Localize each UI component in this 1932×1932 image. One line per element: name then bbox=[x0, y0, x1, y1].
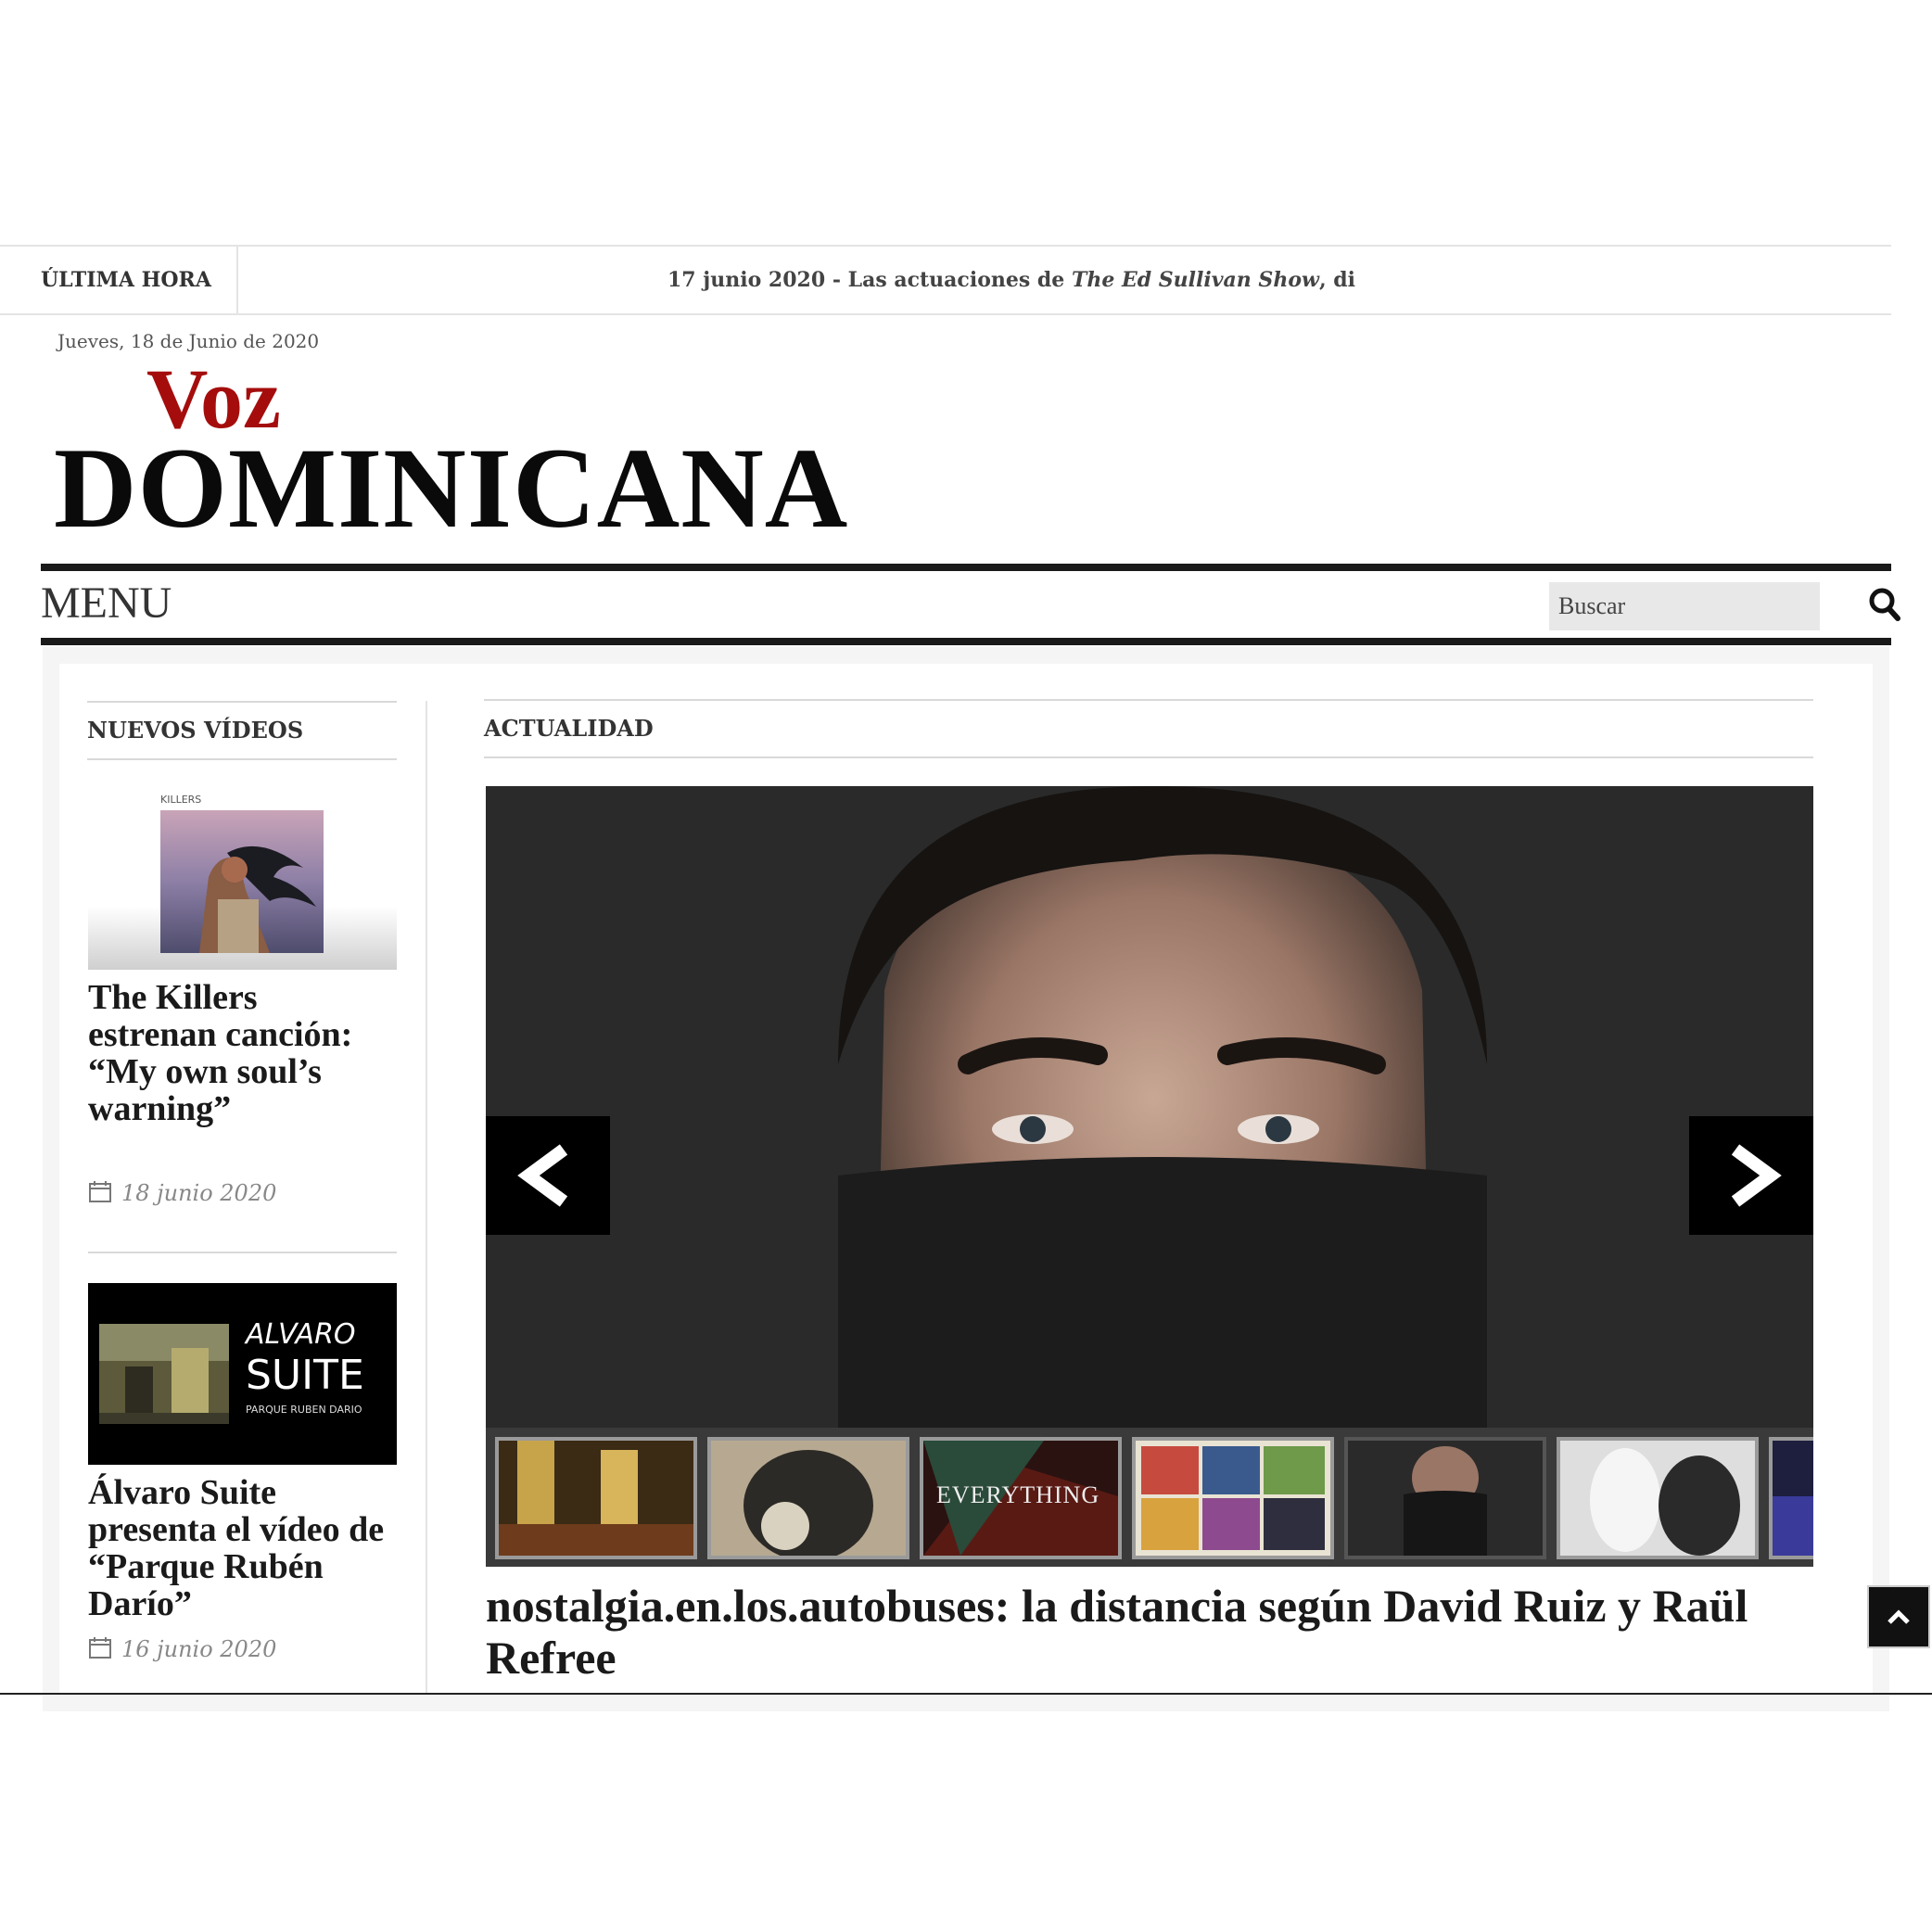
chevron-up-icon bbox=[1888, 1609, 1910, 1624]
breaking-news-bar: ÚLTIMA HORA 17 junio 2020 - Las actuacio… bbox=[0, 245, 1891, 315]
sidebar-heading: NUEVOS VÍDEOS bbox=[87, 701, 397, 760]
ticker-date: 17 junio 2020 bbox=[667, 268, 826, 292]
slide-thumbnail[interactable] bbox=[707, 1437, 909, 1559]
video-title[interactable]: The Killers estrenan canción: “My own so… bbox=[88, 979, 366, 1127]
video-date-text: 18 junio 2020 bbox=[121, 1180, 277, 1206]
video-title[interactable]: Álvaro Suite presenta el vídeo de “Parqu… bbox=[88, 1474, 403, 1622]
page-bottom-rule bbox=[0, 1693, 1932, 1695]
scroll-to-top-button[interactable] bbox=[1867, 1585, 1930, 1648]
ticker-italic: The Ed Sullivan Show bbox=[1071, 268, 1319, 292]
thumb-caption-2: SUITE bbox=[246, 1352, 364, 1399]
prev-slide-button[interactable] bbox=[486, 1116, 610, 1235]
breaking-divider bbox=[236, 247, 238, 313]
item-separator bbox=[88, 1252, 397, 1253]
calendar-icon bbox=[88, 1635, 112, 1665]
chevron-left-icon bbox=[517, 1144, 568, 1207]
ticker-prefix: - Las actuaciones de bbox=[825, 268, 1072, 292]
thumb-text: EVERYTHING bbox=[936, 1481, 1100, 1508]
next-slide-button[interactable] bbox=[1689, 1116, 1813, 1235]
video-thumbnail[interactable]: ALVARO SUITE PARQUE RUBEN DARIO bbox=[88, 1283, 397, 1465]
video-date: 18 junio 2020 bbox=[88, 1179, 276, 1209]
video-date: 16 junio 2020 bbox=[88, 1635, 276, 1665]
current-date: Jueves, 18 de Junio de 2020 bbox=[57, 330, 320, 352]
calendar-icon bbox=[88, 1179, 112, 1209]
breaking-label: ÚLTIMA HORA bbox=[41, 268, 211, 292]
slide-thumbnail[interactable] bbox=[1132, 1437, 1334, 1559]
slide-thumbnail[interactable] bbox=[1557, 1437, 1759, 1559]
menu-button[interactable]: MENU bbox=[41, 577, 172, 630]
video-date-text: 16 junio 2020 bbox=[121, 1636, 277, 1662]
slide-thumbnail[interactable]: EVERYTHING bbox=[920, 1437, 1122, 1559]
logo-dominicana[interactable]: DOMINICANA bbox=[54, 428, 848, 549]
video-thumbnail[interactable]: KILLERS bbox=[88, 788, 397, 970]
slide-thumbnail[interactable] bbox=[495, 1437, 697, 1559]
search-input[interactable] bbox=[1549, 582, 1820, 630]
ticker-suffix: , dispo bbox=[1318, 268, 1355, 292]
thumb-caption-3: PARQUE RUBEN DARIO bbox=[246, 1404, 362, 1416]
news-ticker[interactable]: 17 junio 2020 - Las actuaciones de The E… bbox=[667, 247, 1355, 313]
main-nav: MENU bbox=[41, 564, 1900, 645]
chevron-right-icon bbox=[1731, 1144, 1782, 1207]
featured-image bbox=[486, 786, 1813, 1435]
thumb-caption-1: ALVARO bbox=[246, 1318, 356, 1351]
thumb-caption: KILLERS bbox=[160, 794, 202, 806]
slide-thumbnail[interactable] bbox=[1769, 1437, 1813, 1559]
thumbnail-strip: EVERYTHING bbox=[486, 1428, 1813, 1567]
slide-thumbnail-active[interactable] bbox=[1344, 1437, 1546, 1559]
main-heading: ACTUALIDAD bbox=[484, 699, 1813, 758]
sidebar-divider bbox=[426, 701, 427, 1695]
search-icon[interactable] bbox=[1867, 584, 1904, 625]
slide-title[interactable]: nostalgia.en.los.autobuses: la distancia… bbox=[486, 1580, 1802, 1684]
